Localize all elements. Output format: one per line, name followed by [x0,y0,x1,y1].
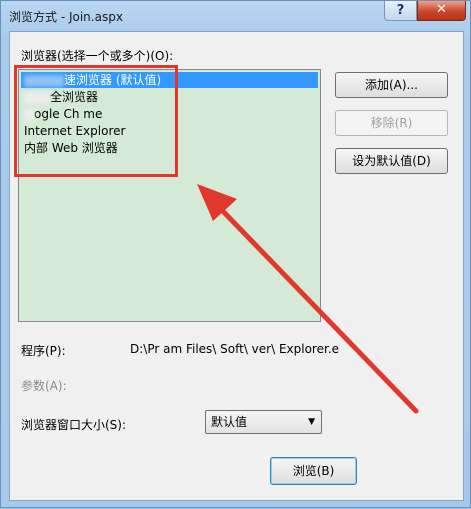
annotation-arrow-icon [197,184,419,414]
dialog-window: 浏览方式 - Join.aspx ? ✕ 浏览器(选择一个或多个)(O): 速浏… [0,0,471,508]
